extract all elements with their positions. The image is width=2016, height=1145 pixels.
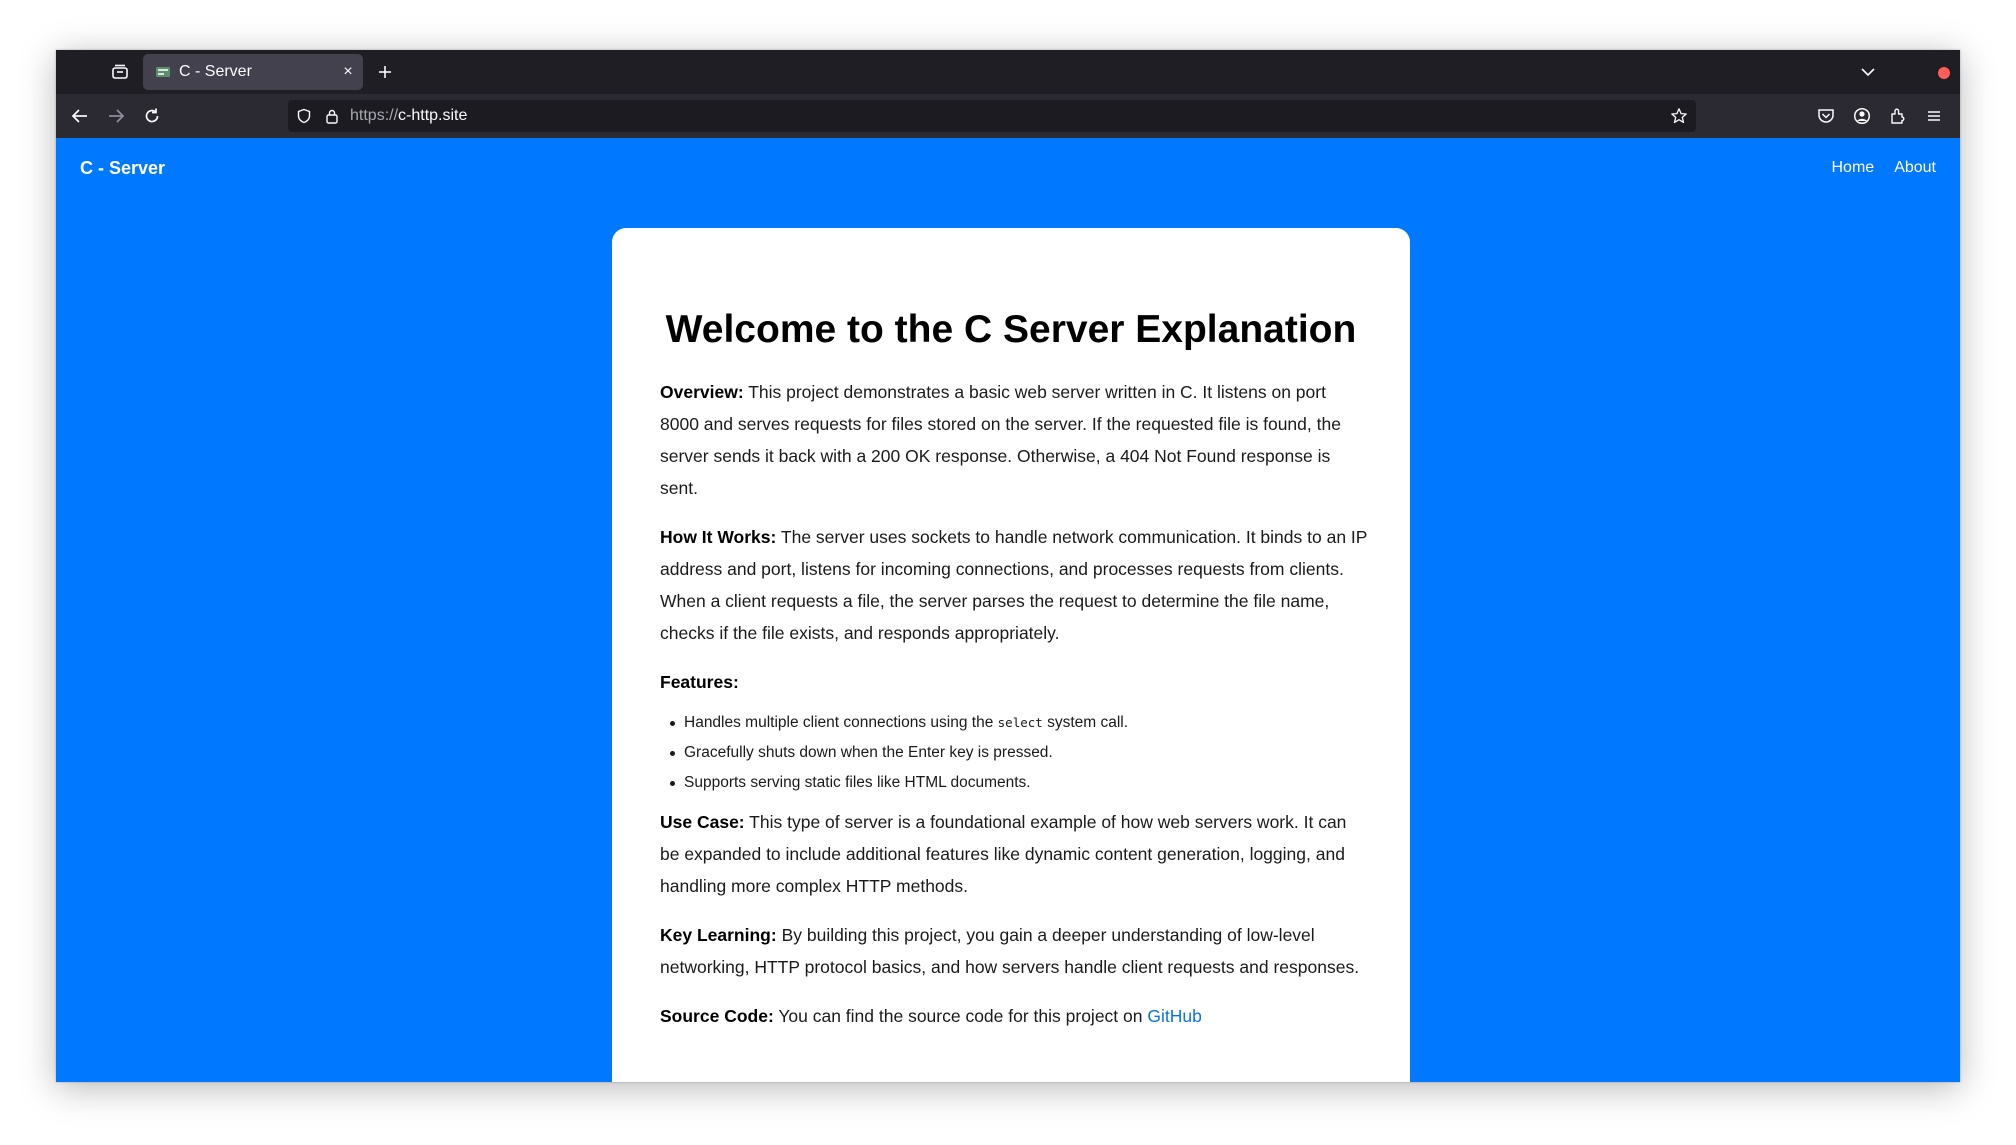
- url-host: c-http.site: [398, 107, 468, 124]
- tab-c-server[interactable]: C - Server ×: [143, 54, 363, 90]
- page-title: Welcome to the C Server Explanation: [665, 308, 1357, 351]
- star-icon[interactable]: [1670, 107, 1688, 125]
- pocket-icon[interactable]: [1816, 106, 1836, 126]
- tab-title: C - Server: [179, 63, 252, 80]
- url-text[interactable]: https://c-http.site: [350, 107, 467, 125]
- tab-strip: C - Server ×: [56, 50, 1960, 94]
- navigation-toolbar: https://c-http.site: [56, 94, 1960, 138]
- url-bar[interactable]: https://c-http.site: [288, 100, 1696, 132]
- account-icon[interactable]: [1852, 106, 1872, 126]
- use-case-label: Use Case:: [660, 812, 745, 832]
- tab-overview-icon[interactable]: [106, 60, 134, 84]
- back-arrow-icon[interactable]: [68, 104, 92, 128]
- feature-1-text: Handles multiple client connections usin…: [684, 714, 998, 731]
- feature-item: Supports serving static files like HTML …: [660, 768, 1368, 798]
- feature-1-suffix: system call.: [1042, 714, 1129, 731]
- select-code: select: [997, 715, 1043, 730]
- source-code-paragraph: Source Code: You can find the source cod…: [660, 1000, 1368, 1032]
- web-page: C - Server Home About Welcome to the C S…: [56, 138, 1960, 1082]
- overview-paragraph: Overview: This project demonstrates a ba…: [660, 376, 1368, 504]
- extensions-icon[interactable]: [1888, 106, 1908, 126]
- site-brand[interactable]: C - Server: [80, 158, 165, 179]
- reload-icon[interactable]: [140, 104, 164, 128]
- shield-icon[interactable]: [296, 108, 312, 124]
- favicon-icon: [155, 65, 171, 79]
- source-code-label: Source Code:: [660, 1006, 774, 1026]
- features-heading: Features:: [660, 672, 739, 692]
- nav-link-about[interactable]: About: [1894, 159, 1936, 177]
- how-it-works-paragraph: How It Works: The server uses sockets to…: [660, 521, 1368, 649]
- overview-label: Overview:: [660, 382, 744, 402]
- browser-window: C - Server × https://c-http.site C - Ser…: [56, 50, 1960, 1082]
- key-learning-label: Key Learning:: [660, 925, 777, 945]
- hamburger-menu-icon[interactable]: [1924, 106, 1944, 126]
- site-nav: Home About: [1832, 159, 1937, 177]
- feature-item: Handles multiple client connections usin…: [660, 708, 1368, 738]
- nav-link-home[interactable]: Home: [1832, 159, 1875, 177]
- url-scheme: https://: [350, 107, 399, 124]
- use-case-paragraph: Use Case: This type of server is a found…: [660, 806, 1368, 902]
- key-learning-paragraph: Key Learning: By building this project, …: [660, 919, 1368, 983]
- close-tab-icon[interactable]: ×: [339, 63, 357, 81]
- use-case-text: This type of server is a foundational ex…: [660, 812, 1347, 896]
- overview-text: This project demonstrates a basic web se…: [660, 382, 1341, 498]
- content-card: Welcome to the C Server Explanation Over…: [612, 228, 1410, 1082]
- card-body: Overview: This project demonstrates a ba…: [660, 376, 1368, 1049]
- features-list: Handles multiple client connections usin…: [660, 708, 1368, 798]
- source-code-text: You can find the source code for this pr…: [773, 1006, 1148, 1026]
- feature-item: Gracefully shuts down when the Enter key…: [660, 738, 1368, 768]
- chevron-down-icon[interactable]: [1858, 62, 1878, 82]
- forward-arrow-icon[interactable]: [104, 104, 128, 128]
- window-close-dot[interactable]: [1938, 67, 1950, 79]
- github-link[interactable]: GitHub: [1147, 1006, 1201, 1026]
- plus-icon[interactable]: [374, 61, 396, 83]
- how-it-works-label: How It Works:: [660, 527, 777, 547]
- lock-icon[interactable]: [324, 108, 340, 124]
